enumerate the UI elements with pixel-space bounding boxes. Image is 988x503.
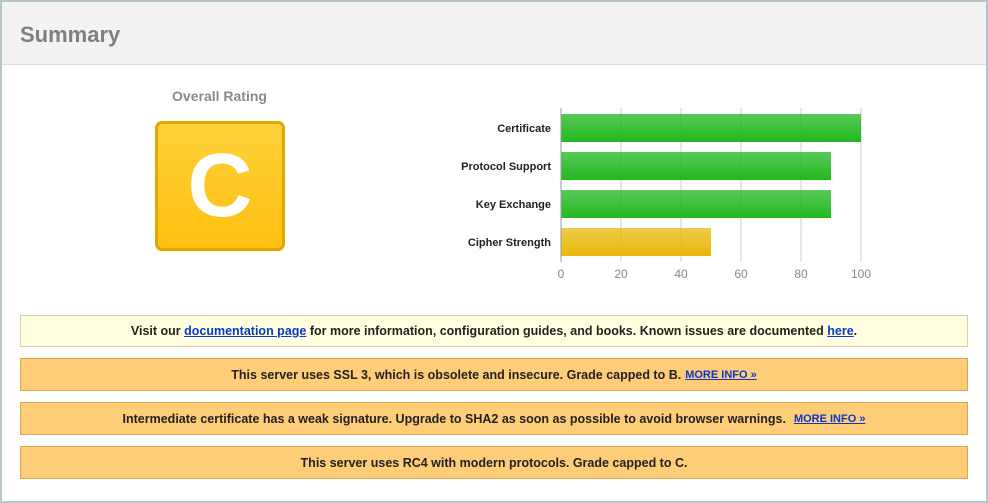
summary-panel: Summary Overall Rating C 0 20 40 60 80 100 Cer… <box>0 0 988 503</box>
intermediate-cert-warning: Intermediate certificate has a weak sign… <box>20 402 968 435</box>
rating-chart-svg: 0 20 40 60 80 100 Certificate Protocol Support K… <box>461 108 871 281</box>
overall-rating-label: Overall Rating <box>172 88 267 104</box>
known-issues-link[interactable]: here <box>827 324 853 338</box>
docs-suffix: . <box>853 324 858 338</box>
intermediate-more-info-link[interactable]: MORE INFO » <box>794 413 866 425</box>
ssl3-warning-text: This server uses SSL 3, which is obsolet… <box>231 367 682 382</box>
bar-key-exchange <box>561 190 831 218</box>
x-tick-label: 60 <box>734 267 748 281</box>
x-tick-label: 80 <box>794 267 808 281</box>
docs-middle: for more information, configuration guid… <box>306 324 828 338</box>
grade-letter: C <box>187 136 253 236</box>
documentation-page-link[interactable]: documentation page <box>184 324 306 338</box>
ssl3-warning: This server uses SSL 3, which is obsolet… <box>20 358 968 391</box>
category-label: Certificate <box>497 123 551 135</box>
x-tick-label: 20 <box>614 267 628 281</box>
docs-prefix: Visit our <box>130 324 185 338</box>
summary-title: Summary <box>20 22 121 47</box>
x-tick-label: 40 <box>674 267 688 281</box>
bar-certificate <box>561 114 861 142</box>
rating-chart: 0 20 40 60 80 100 Certificate Protocol Support K… <box>422 104 902 294</box>
x-tick-label: 100 <box>851 267 871 281</box>
summary-header: Summary <box>2 2 986 65</box>
category-label: Protocol Support <box>461 161 551 173</box>
ssl3-more-info-link[interactable]: MORE INFO » <box>685 369 757 381</box>
grade-badge: C <box>155 121 285 251</box>
category-label: Cipher Strength <box>468 237 551 249</box>
category-label: Key Exchange <box>476 199 551 211</box>
bar-protocol-support <box>561 152 831 180</box>
bar-cipher-strength <box>561 228 711 256</box>
rc4-warning-text: This server uses RC4 with modern protoco… <box>300 455 688 470</box>
rc4-warning: This server uses RC4 with modern protoco… <box>20 446 968 479</box>
intermediate-cert-warning-text: Intermediate certificate has a weak sign… <box>122 411 786 426</box>
x-tick-label: 0 <box>558 267 565 281</box>
documentation-notice: Visit our documentation page for more in… <box>20 315 968 347</box>
